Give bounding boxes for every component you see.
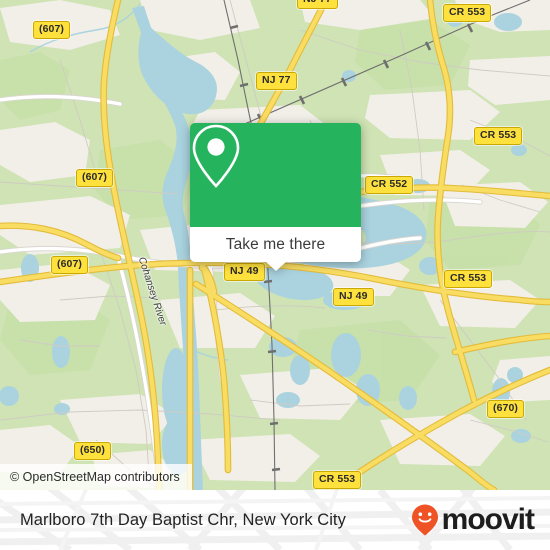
place-title: Marlboro 7th Day Baptist Chr, New York C… [20,510,346,529]
callout-cta-bar[interactable]: Take me there [190,227,361,262]
footer-bar: Marlboro 7th Day Baptist Chr, New York C… [0,490,550,550]
location-pin-icon [192,124,240,188]
callout-pin-area [190,123,361,227]
route-shield-650[interactable]: (650) [74,442,112,460]
take-me-there-label: Take me there [225,235,326,253]
map-canvas[interactable]: .beige { fill:#f2efe9; } .water { fill:#… [0,0,550,490]
moovit-smiley-pin-icon [411,504,438,536]
route-shield-607-upper[interactable]: (607) [33,21,71,39]
route-shield-cr552[interactable]: CR 552 [365,176,414,194]
callout-tail [264,261,287,271]
moovit-wordmark: moovit [441,503,535,536]
route-shield-nj49-left[interactable]: NJ 49 [224,263,265,281]
moovit-brand[interactable]: moovit [410,503,535,537]
osm-attribution[interactable]: © OpenStreetMap contributors [0,464,192,490]
screenshot-root: .beige { fill:#f2efe9; } .water { fill:#… [0,0,550,550]
route-shield-cr553-right[interactable]: CR 553 [474,127,523,145]
route-shield-670[interactable]: (670) [487,400,525,418]
take-me-there-callout[interactable]: Take me there [190,123,361,271]
route-shield-607-left[interactable]: (607) [51,256,89,274]
route-shield-607-lower[interactable]: (607) [76,169,114,187]
route-shield-cr553-bottom[interactable]: CR 553 [313,471,362,489]
route-shield-nj49-right[interactable]: NJ 49 [333,288,374,306]
route-shield-cut-top[interactable]: NJ 77 [297,0,338,9]
route-shield-nj77[interactable]: NJ 77 [256,72,297,90]
route-shield-cr553-mid[interactable]: CR 553 [444,270,493,288]
osm-attribution-label: © OpenStreetMap contributors [10,470,180,484]
route-shield-cr553-topright[interactable]: CR 553 [443,4,492,22]
footer-content: Marlboro 7th Day Baptist Chr, New York C… [0,490,550,550]
